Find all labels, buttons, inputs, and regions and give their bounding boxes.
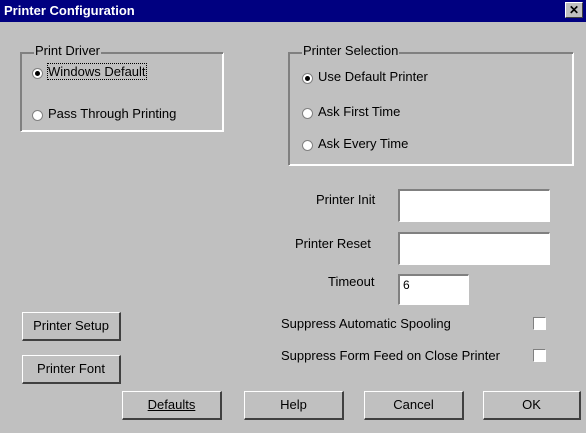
printer-reset-label: Printer Reset — [295, 236, 371, 251]
printer-selection-legend: Printer Selection — [302, 43, 400, 58]
radio-ask-first-time[interactable]: Ask First Time — [302, 104, 502, 122]
close-icon: ✕ — [568, 3, 580, 17]
radio-ask-every-time[interactable]: Ask Every Time — [302, 136, 502, 154]
printer-init-label: Printer Init — [316, 192, 376, 207]
timeout-label: Timeout — [328, 274, 375, 289]
radio-use-default-printer-indicator[interactable] — [302, 73, 313, 84]
printer-setup-label: Printer Setup — [33, 318, 109, 333]
radio-windows-default-indicator[interactable] — [32, 68, 43, 79]
title-bar: Printer Configuration ✕ — [0, 0, 586, 22]
printer-init-input[interactable] — [398, 189, 550, 222]
radio-use-default-printer-label: Use Default Printer — [318, 69, 428, 84]
suppress-form-feed-checkbox[interactable] — [533, 349, 546, 362]
print-driver-legend: Print Driver — [34, 43, 102, 58]
timeout-input[interactable]: 6 — [398, 274, 469, 305]
defaults-button[interactable]: Defaults — [122, 391, 222, 420]
suppress-spooling-checkbox[interactable] — [533, 317, 546, 330]
ok-button[interactable]: OK — [483, 391, 581, 420]
printer-font-button[interactable]: Printer Font — [22, 355, 121, 384]
radio-pass-through[interactable]: Pass Through Printing — [32, 106, 212, 124]
radio-ask-first-time-indicator[interactable] — [302, 108, 313, 119]
window-title: Printer Configuration — [4, 3, 135, 18]
radio-ask-first-time-label: Ask First Time — [318, 104, 401, 119]
printer-setup-button[interactable]: Printer Setup — [22, 312, 121, 341]
help-label: Help — [280, 397, 307, 412]
radio-pass-through-indicator[interactable] — [32, 110, 43, 121]
help-button[interactable]: Help — [244, 391, 344, 420]
cancel-button[interactable]: Cancel — [364, 391, 464, 420]
radio-windows-default-label: Windows Default — [47, 63, 147, 80]
close-button[interactable]: ✕ — [565, 2, 583, 18]
printer-reset-input[interactable] — [398, 232, 550, 265]
radio-ask-every-time-indicator[interactable] — [302, 140, 313, 151]
radio-use-default-printer[interactable]: Use Default Printer — [302, 69, 502, 87]
radio-ask-every-time-label: Ask Every Time — [318, 136, 409, 151]
defaults-label: Defaults — [147, 397, 196, 412]
radio-pass-through-label: Pass Through Printing — [48, 106, 177, 121]
ok-label: OK — [522, 397, 541, 412]
radio-windows-default[interactable]: Windows Default — [32, 63, 182, 82]
printer-font-label: Printer Font — [37, 361, 105, 376]
suppress-form-feed-label: Suppress Form Feed on Close Printer — [281, 348, 500, 363]
suppress-spooling-label: Suppress Automatic Spooling — [281, 316, 451, 331]
cancel-label: Cancel — [393, 397, 434, 412]
